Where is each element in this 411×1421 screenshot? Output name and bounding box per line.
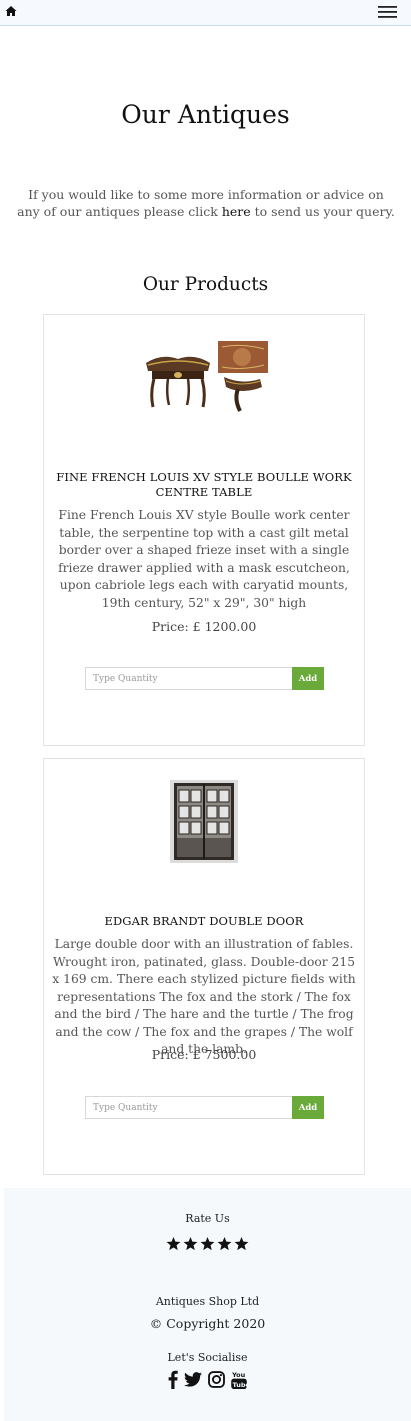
star-icon[interactable]	[234, 1237, 249, 1251]
company-name: Antiques Shop Ltd	[155, 1295, 260, 1308]
quantity-input[interactable]	[85, 1096, 293, 1119]
product-price: Price: £ 7500.00	[151, 1047, 257, 1062]
social-links: You Tube	[4, 1370, 411, 1389]
twitter-icon[interactable]	[184, 1370, 202, 1389]
product-description: Fine French Louis XV style Boulle work c…	[58, 508, 350, 610]
section-title: Our Products	[142, 274, 269, 295]
copyright-text: © Copyright 2020	[149, 1316, 266, 1331]
add-to-cart-button[interactable]: Add	[292, 1096, 324, 1119]
product-image	[170, 780, 238, 863]
product-description: Large double door with an illustration o…	[52, 937, 356, 1056]
product-title: Fine French Louis XV Style Boulle work c…	[56, 470, 352, 499]
star-icon[interactable]	[183, 1237, 198, 1251]
socialise-label: Let's Socialise	[167, 1351, 248, 1364]
home-icon[interactable]	[5, 5, 17, 17]
rate-us-label: Rate Us	[185, 1212, 230, 1225]
hamburger-menu-icon[interactable]	[378, 6, 397, 18]
instagram-icon[interactable]	[208, 1370, 225, 1389]
facebook-icon[interactable]	[168, 1370, 178, 1389]
product-price: Price: £ 1200.00	[151, 619, 257, 634]
youtube-icon[interactable]: You Tube	[231, 1370, 247, 1389]
top-navbar	[0, 0, 411, 26]
star-rating[interactable]	[4, 1237, 411, 1251]
contact-here-link[interactable]: here	[222, 204, 251, 219]
page-title: Our Antiques	[121, 100, 290, 129]
star-icon[interactable]	[217, 1237, 232, 1251]
star-icon[interactable]	[200, 1237, 215, 1251]
star-icon[interactable]	[166, 1237, 181, 1251]
product-title: Edgar Brandt Double Door	[104, 914, 304, 928]
product-card: Edgar Brandt Double Door Large double do…	[43, 758, 365, 1175]
footer: Rate Us Antiques Shop Ltd © Copyright 20…	[4, 1188, 411, 1421]
product-image	[142, 341, 268, 413]
intro-text-after: to send us your query.	[250, 204, 395, 219]
quantity-input[interactable]	[85, 667, 293, 690]
svg-text:Tube: Tube	[233, 1381, 247, 1389]
product-card: Fine French Louis XV Style Boulle work c…	[43, 314, 365, 746]
add-to-cart-button[interactable]: Add	[292, 667, 324, 690]
intro-text: If you would like to some more informati…	[16, 186, 396, 220]
svg-text:You: You	[231, 1371, 246, 1379]
